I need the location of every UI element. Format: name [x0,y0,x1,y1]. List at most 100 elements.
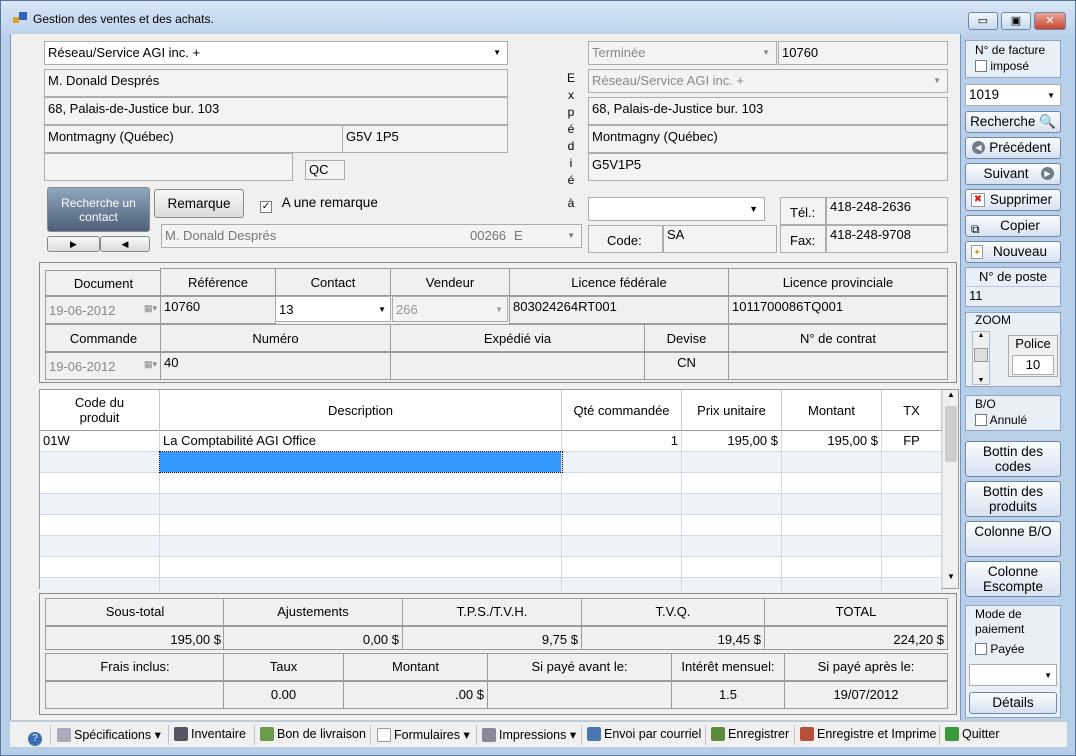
cell-code[interactable] [40,557,160,577]
shipto-postal-field[interactable]: G5V1P5 [588,153,948,181]
col-amount-header[interactable]: Montant [782,390,882,431]
total-value[interactable]: 224,20 $ [764,626,948,650]
cell-tx[interactable] [882,515,942,535]
details-button[interactable]: Détails [969,692,1057,714]
tps-value[interactable]: 9,75 $ [402,626,582,650]
contact-combo[interactable]: M. Donald Després 00266 E ▼ [161,224,582,248]
cell-qty[interactable] [562,473,682,493]
new-button[interactable]: ✦ Nouveau [965,241,1061,263]
scroll-up-icon[interactable]: ▲ [943,390,959,404]
col-code-header[interactable]: Code du produit [40,390,160,431]
cell-description[interactable] [160,494,562,514]
cell-qty[interactable] [562,536,682,556]
save-button[interactable]: Enregistrer [711,727,789,741]
document-date-picker[interactable]: 19-06-2012 ▦▾ [45,296,162,324]
federal-license-field[interactable]: 803024264RT001 [509,296,729,324]
cell-amount[interactable] [782,536,882,556]
code-field[interactable]: SA [663,225,777,253]
next-button[interactable]: Suivant ▶ [965,163,1061,185]
cell-amount[interactable]: 195,00 $ [782,431,882,451]
contact-next-button[interactable]: ▶ [47,236,100,252]
cell-description[interactable] [160,473,562,493]
imposed-checkbox[interactable]: imposé [975,59,1029,73]
cell-tx[interactable]: FP [882,431,942,451]
cell-code[interactable] [40,473,160,493]
customer-province-field[interactable]: QC [305,160,345,180]
table-row[interactable]: 01W La Comptabilité AGI Office 1 195,00 $19… [40,431,942,452]
expedie-via-field[interactable] [390,352,645,380]
shipto-name-select[interactable]: Réseau/Service AGI inc. + ▼ [588,69,948,93]
shipto-city-field[interactable]: Montmagny (Québec) [588,125,948,153]
cell-price[interactable] [682,557,782,577]
forms-menu[interactable]: Formulaires ▾ [377,727,470,742]
cell-qty[interactable] [562,557,682,577]
cell-price[interactable] [682,515,782,535]
table-row[interactable] [40,494,942,515]
tvq-value[interactable]: 19,45 $ [581,626,765,650]
cell-price[interactable] [682,452,782,472]
vendeur-select[interactable]: 266 ▼ [392,296,508,322]
commande-date-picker[interactable]: 19-06-2012 ▦▾ [45,352,162,380]
tel-field[interactable]: 418-248-2636 [826,197,948,225]
table-row[interactable] [40,473,942,494]
cell-amount[interactable] [782,473,882,493]
payment-combo[interactable]: ▼ [969,664,1057,686]
cell-qty[interactable] [562,515,682,535]
adjustments-value[interactable]: 0,00 $ [223,626,403,650]
product-grid[interactable]: Code du produit Description Qté commandé… [39,389,959,599]
cell-code[interactable] [40,536,160,556]
frais-value[interactable] [45,681,225,709]
email-button[interactable]: Envoi par courriel [587,727,701,741]
shipto-combo[interactable]: ▼ [588,197,765,221]
zoom-slider-thumb[interactable] [974,348,988,362]
cell-code[interactable] [40,515,160,535]
customer-address-field[interactable]: 68, Palais-de-Justice bur. 103 [44,97,508,125]
col-price-header[interactable]: Prix unitaire [682,390,782,431]
cell-description[interactable] [160,536,562,556]
cell-tx[interactable] [882,494,942,514]
cell-qty[interactable] [562,452,682,472]
devise-field[interactable]: CN [644,352,729,380]
cell-price[interactable] [682,536,782,556]
specifications-menu[interactable]: Spécifications ▾ [57,727,161,742]
fax-field[interactable]: 418-248-9708 [826,225,948,253]
cell-price[interactable]: 195,00 $ [682,431,782,451]
cell-description[interactable] [160,557,562,577]
cell-amount[interactable] [782,494,882,514]
search-contact-button[interactable]: Recherche un contact [47,187,150,232]
avant-value[interactable] [487,681,672,709]
table-row[interactable] [40,536,942,557]
bo-column-button[interactable]: Colonne B/O [965,521,1061,557]
cell-code[interactable] [40,452,160,472]
cell-qty[interactable]: 1 [562,431,682,451]
table-row[interactable] [40,451,942,473]
numero-field[interactable]: 40 [160,352,391,380]
codes-directory-button[interactable]: Bottin des codes [965,441,1061,477]
minimize-button[interactable]: ▭ [968,12,998,30]
products-directory-button[interactable]: Bottin des produits [965,481,1061,517]
cell-code[interactable]: 01W [40,431,160,451]
cell-tx[interactable] [882,536,942,556]
paid-checkbox[interactable]: Payée [975,642,1024,656]
customer-contact-field[interactable]: M. Donald Després [44,69,508,97]
quit-button[interactable]: Quitter [945,727,1000,741]
table-row[interactable] [40,515,942,536]
customer-select[interactable]: Réseau/Service AGI inc. + ▼ [44,41,508,65]
cell-amount[interactable] [782,557,882,577]
maximize-button[interactable]: ▣ [1001,12,1031,30]
invoice-number-field[interactable]: 10760 [778,41,948,65]
cell-amount[interactable] [782,515,882,535]
cancelled-checkbox[interactable]: Annulé [975,413,1027,427]
taux-value[interactable]: 0.00 [223,681,344,709]
table-row[interactable] [40,557,942,578]
reference-field[interactable]: 10760 [160,296,276,324]
col-qty-header[interactable]: Qté commandée [562,390,682,431]
interet-value[interactable]: 1.5 [671,681,785,709]
customer-city-field[interactable]: Montmagny (Québec) [44,125,343,153]
invoice-select[interactable]: 1019 ▼ [965,84,1061,106]
apres-value[interactable]: 19/07/2012 [784,681,948,709]
contact-select[interactable]: 13 ▼ [275,296,391,322]
grid-scrollbar[interactable]: ▲ ▼ [942,390,958,588]
save-print-button[interactable]: Enregistre et Imprime [800,727,936,741]
status-select[interactable]: Terminée ▼ [588,41,777,65]
